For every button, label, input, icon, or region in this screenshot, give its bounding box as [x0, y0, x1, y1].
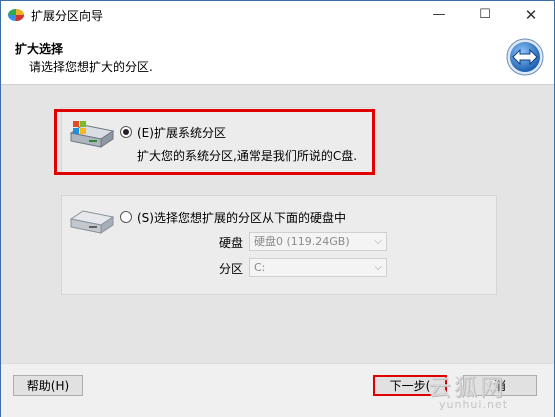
title-bar: 扩展分区向导 — ☐ ✕	[1, 1, 554, 28]
option2-radio[interactable]	[120, 211, 132, 223]
partition-label: 分区	[219, 262, 244, 276]
wizard-header: 扩大选择 请选择您想扩大的分区.	[1, 28, 554, 85]
chevron-down-icon: ⌵	[374, 262, 382, 273]
help-button[interactable]: 帮助(H)	[13, 375, 83, 396]
window-title: 扩展分区向导	[31, 9, 104, 23]
partition-select[interactable]: C: ⌵	[249, 258, 387, 277]
app-logo-icon	[8, 9, 24, 21]
minimize-button[interactable]: —	[416, 1, 462, 28]
extend-arrows-icon	[506, 38, 544, 76]
highlight-frame	[54, 109, 375, 175]
disk-select-value: 硬盘0 (119.24GB)	[254, 235, 350, 248]
wizard-window: 扩展分区向导 — ☐ ✕ 扩大选择 请选择您想扩大的分区. (E)扩展系统分区 …	[0, 0, 555, 417]
header-title: 扩大选择	[15, 42, 64, 56]
close-button[interactable]: ✕	[508, 1, 554, 28]
watermark-logo: 云狐网	[428, 375, 506, 401]
disk-label: 硬盘	[219, 236, 244, 250]
watermark-url: yunhui.net	[439, 398, 509, 411]
header-subtitle: 请选择您想扩大的分区.	[29, 60, 153, 74]
partition-select-value: C:	[254, 261, 266, 274]
disk-select[interactable]: 硬盘0 (119.24GB) ⌵	[249, 232, 387, 251]
chevron-down-icon: ⌵	[374, 236, 382, 247]
option2-label[interactable]: (S)选择您想扩展的分区从下面的硬盘中	[137, 209, 346, 226]
hard-drive-icon	[69, 210, 115, 234]
maximize-button[interactable]: ☐	[462, 1, 508, 28]
